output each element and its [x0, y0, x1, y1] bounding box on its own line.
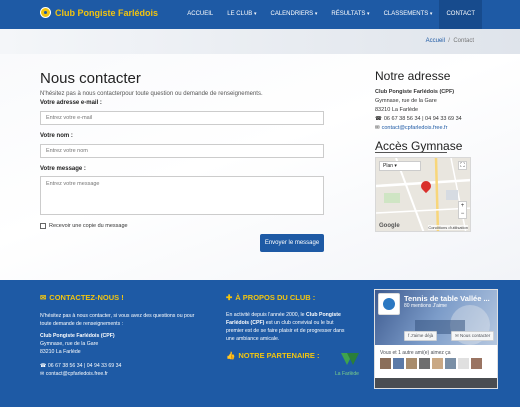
- email-label: Votre adresse e-mail :: [40, 100, 102, 106]
- thumbs-up-icon: 👍: [226, 351, 236, 360]
- facebook-cover: Tennis de table Vallée ... 80 mentions J…: [375, 290, 497, 345]
- caret-down-icon: ▾: [429, 11, 433, 17]
- nav-classements[interactable]: CLASSEMENTS ▾: [377, 0, 440, 29]
- address-email: ✉ contact@cpfarledois.free.fr: [375, 125, 447, 131]
- footer-contact-intro-1: N'hésitez pas à nous contacter, si vous …: [40, 313, 195, 319]
- fullscreen-icon[interactable]: ⛶: [458, 161, 467, 170]
- friend-avatar[interactable]: [432, 358, 443, 369]
- footer-line1: Gymnase, rue de la Gare: [40, 341, 99, 347]
- friend-avatar[interactable]: [445, 358, 456, 369]
- friend-avatar[interactable]: [419, 358, 430, 369]
- nav-accueil[interactable]: ACCUEIL: [180, 0, 220, 29]
- facebook-friend-faces: [380, 358, 484, 369]
- club-logo-icon: [40, 7, 51, 18]
- address-line1: Gymnase, rue de la Gare: [375, 98, 437, 104]
- footer-about-4: une ambiance amicale.: [226, 336, 280, 342]
- facebook-page-widget[interactable]: Tennis de table Vallée ... 80 mentions J…: [374, 289, 498, 389]
- envelope-icon: ✉: [375, 125, 380, 131]
- send-message-button[interactable]: Envoyer le message: [260, 234, 324, 252]
- gym-title: Accès Gymnase: [375, 139, 463, 153]
- map-zoom-control: + −: [458, 201, 467, 219]
- facebook-bottom-bar: [375, 378, 497, 388]
- address-email-link[interactable]: contact@cpfarledois.free.fr: [382, 125, 448, 131]
- nav-le-club[interactable]: LE CLUB ▾: [220, 0, 263, 29]
- caret-down-icon: ▾: [394, 163, 397, 169]
- footer-email-link[interactable]: contact@cpfarledois.free.fr: [46, 371, 108, 377]
- footer-line2: 83210 La Farlède: [40, 349, 81, 355]
- zoom-in-button[interactable]: +: [459, 202, 466, 210]
- copy-checkbox[interactable]: [40, 223, 46, 229]
- breadcrumb: Accueil / Contact: [425, 38, 474, 44]
- footer-about-3: premier est de se faire plaisir et de pr…: [226, 328, 345, 334]
- name-field[interactable]: [40, 144, 324, 158]
- footer-about-2: Farlédois (CPF) est un club convivial ou…: [226, 320, 334, 326]
- top-navbar: Club Pongiste Farlédois ACCUEIL LE CLUB …: [0, 0, 520, 29]
- friend-avatar[interactable]: [471, 358, 482, 369]
- address-line2: 83210 La Farlède: [375, 107, 419, 113]
- address-club: Club Pongiste Farlédois (CPF): [375, 89, 455, 95]
- footer-partner-title: 👍 NOTRE PARTENAIRE :: [226, 351, 320, 360]
- footer-phone: ☎ 06 67 38 56 34 | 04 94 33 69 34: [40, 363, 122, 369]
- address-phone: ☎ 06 67 38 56 34 | 04 94 33 69 34: [375, 116, 462, 122]
- map-type-select[interactable]: Plan ▾: [379, 161, 421, 171]
- breadcrumb-home-link[interactable]: Accueil: [426, 38, 445, 44]
- page-title: Nous contacter: [40, 70, 141, 87]
- footer-about-title: ✚ À PROPOS DU CLUB :: [226, 293, 316, 302]
- breadcrumb-current: Contact: [453, 38, 474, 44]
- footer-contact-intro-2: toute demande de renseignements :: [40, 321, 124, 327]
- facebook-likes-count: 80 mentions J'aime: [404, 303, 447, 309]
- breadcrumb-bar: Accueil / Contact: [0, 29, 520, 54]
- footer: ✉ CONTACTEZ-NOUS ! N'hésitez pas à nous c…: [0, 280, 520, 407]
- friend-avatar[interactable]: [406, 358, 417, 369]
- google-logo: Google: [379, 223, 400, 229]
- facebook-contact-button[interactable]: ✉ Nous contacter: [451, 331, 495, 341]
- phone-icon: ☎: [40, 363, 48, 369]
- footer-email: ✉ contact@cpfarledois.free.fr: [40, 370, 108, 378]
- friend-avatar[interactable]: [393, 358, 404, 369]
- footer-about-1: En activité depuis l'année 2000, le Club…: [226, 312, 341, 318]
- footer-club: Club Pongiste Farlédois (CPF): [40, 333, 115, 339]
- partner-name: La Farlède: [335, 371, 359, 377]
- phone-icon: ☎: [375, 116, 382, 122]
- nav-resultats[interactable]: RÉSULTATS ▾: [324, 0, 376, 29]
- gym-title-underline: [375, 152, 447, 153]
- copy-checkbox-label[interactable]: Recevoir une copie du message: [49, 223, 128, 229]
- contact-intro: N'hésitez pas à nous contacterpour toute…: [40, 91, 263, 97]
- message-field[interactable]: [40, 176, 324, 215]
- envelope-icon: ✉: [40, 293, 47, 302]
- message-label: Votre message :: [40, 166, 86, 172]
- email-field[interactable]: [40, 111, 324, 125]
- nav-calendriers[interactable]: CALENDRIERS ▾: [263, 0, 324, 29]
- friend-avatar[interactable]: [380, 358, 391, 369]
- nav-contact[interactable]: CONTACT: [439, 0, 482, 29]
- facebook-page-name[interactable]: Tennis de table Vallée ...: [404, 294, 490, 303]
- map-terms-link[interactable]: Conditions d'utilisation: [428, 225, 468, 230]
- main-nav: ACCUEIL LE CLUB ▾ CALENDRIERS ▾ RÉSULTAT…: [180, 0, 482, 29]
- caret-down-icon: ▾: [253, 11, 257, 17]
- zoom-out-button[interactable]: −: [459, 210, 466, 218]
- facebook-like-button[interactable]: f J'aime déjà: [404, 331, 438, 341]
- caret-down-icon: ▾: [314, 11, 318, 17]
- brand-link[interactable]: Club Pongiste Farlédois: [40, 7, 158, 18]
- address-title: Notre adresse: [375, 69, 451, 83]
- main-content: Nous contacter N'hésitez pas à nous cont…: [0, 54, 520, 280]
- facebook-avatar[interactable]: [378, 293, 400, 315]
- brand-name: Club Pongiste Farlédois: [55, 7, 159, 18]
- friend-avatar[interactable]: [458, 358, 469, 369]
- name-label: Votre nom :: [40, 133, 73, 139]
- caret-down-icon: ▾: [367, 11, 370, 17]
- gym-map[interactable]: Plan ▾ ⛶ + − Google Conditions d'utilisat…: [375, 157, 471, 232]
- info-icon: ✚: [226, 293, 233, 302]
- footer-contact-title: ✉ CONTACTEZ-NOUS !: [40, 293, 124, 302]
- facebook-friends-text: Vous et 1 autre ami(e) aimez ça: [380, 350, 451, 356]
